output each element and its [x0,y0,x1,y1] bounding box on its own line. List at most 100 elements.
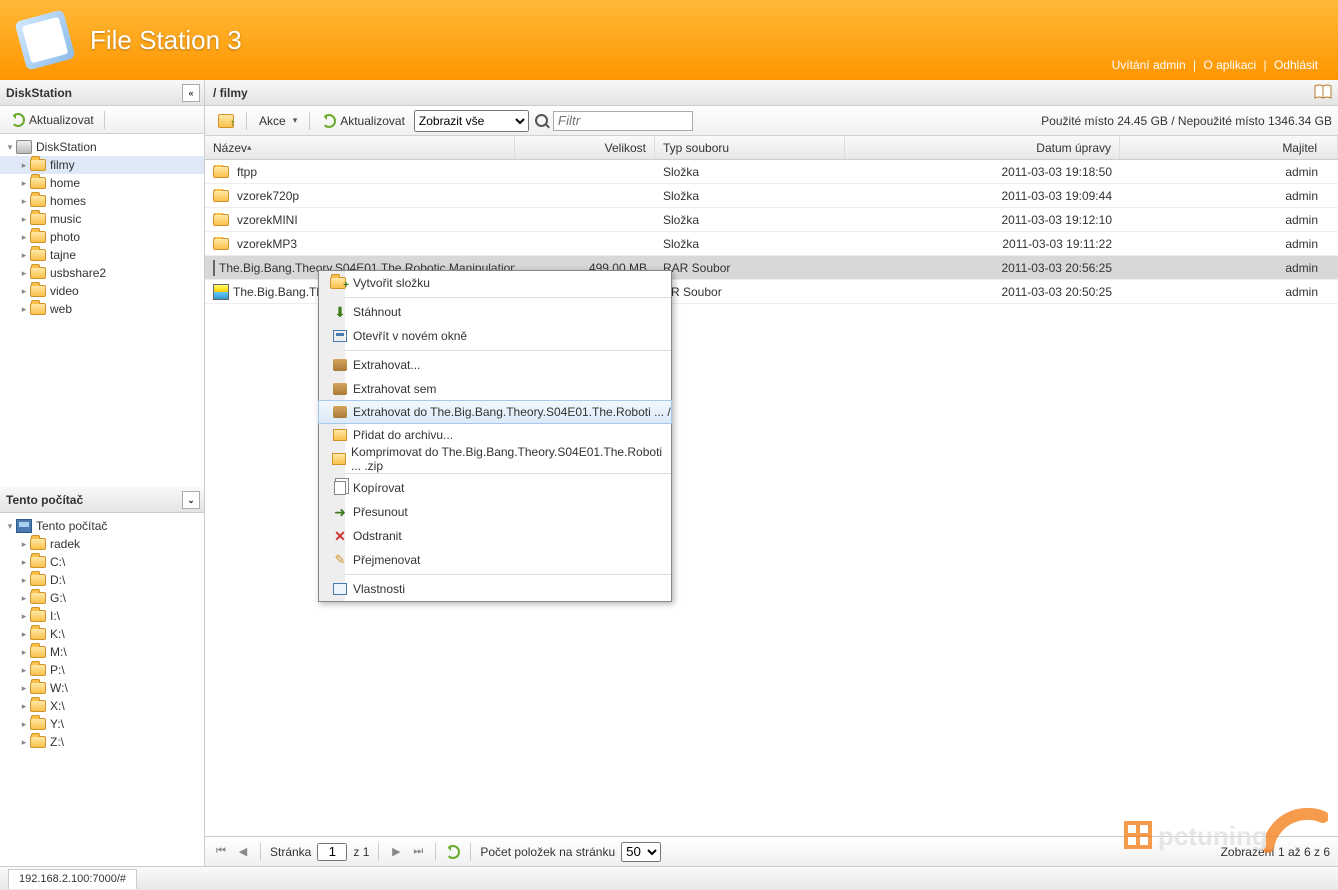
folder-icon [30,159,46,171]
tree-item-web[interactable]: web [0,300,204,318]
folder-icon [30,285,46,297]
folder-icon [30,195,46,207]
col-header-date[interactable]: Datum úpravy [845,136,1120,159]
page-label: Stránka [270,845,311,859]
tree-item[interactable]: G:\ [0,589,204,607]
tree-item[interactable]: Y:\ [0,715,204,733]
tree-item[interactable]: I:\ [0,607,204,625]
tree-item-filmy[interactable]: filmy [0,156,204,174]
sidebar-bottom-title: Tento počítač [6,493,83,507]
first-page-button[interactable]: ⏮ [213,844,229,860]
about-link[interactable]: O aplikaci [1203,58,1256,72]
col-header-type[interactable]: Typ souboru [655,136,845,159]
tree-item[interactable]: X:\ [0,697,204,715]
ctx-item[interactable]: ✎Přejmenovat [319,548,671,572]
col-header-owner[interactable]: Majitel [1120,136,1338,159]
open-window-icon [327,330,353,342]
archive-icon [327,453,351,465]
tree-item[interactable]: W:\ [0,679,204,697]
ctx-item[interactable]: +Vytvořit složku [319,271,671,295]
prev-page-button[interactable]: ◀ [235,844,251,860]
refresh-page-button[interactable] [445,844,461,860]
extract-icon [327,406,353,418]
tree-root-diskstation[interactable]: DiskStation [0,138,204,156]
paging-toolbar: ⏮ ◀ Stránka z 1 ▶ ⏭ Počet položek na str… [205,836,1338,866]
up-folder-button[interactable] [211,111,241,131]
ctx-item[interactable]: Extrahovat... [319,353,671,377]
ctx-item[interactable]: ⬇Stáhnout [319,300,671,324]
tree-item[interactable]: Z:\ [0,733,204,751]
table-row[interactable]: vzorekMP3Složka2011-03-03 19:11:22admin [205,232,1338,256]
filter-input[interactable] [553,111,693,131]
folder-icon [213,214,229,226]
tree-root-computer[interactable]: Tento počítač [0,517,204,535]
tree-item-home[interactable]: home [0,174,204,192]
app-header: File Station 3 Uvítání admin | O aplikac… [0,0,1338,80]
next-page-button[interactable]: ▶ [388,844,404,860]
refresh-icon [11,113,25,127]
actions-menu-button[interactable]: Akce [252,111,304,131]
toolbar-refresh-button[interactable]: Aktualizovat [315,111,412,131]
tree-item[interactable]: D:\ [0,571,204,589]
table-row[interactable]: vzorekMINISložka2011-03-03 19:12:10admin [205,208,1338,232]
tree-item[interactable]: P:\ [0,661,204,679]
tree-item-homes[interactable]: homes [0,192,204,210]
page-size-select[interactable]: 50 [621,842,661,862]
view-select[interactable]: Zobrazit vše [414,110,529,132]
extract-icon [327,359,353,371]
ctx-item[interactable]: Vlastnosti [319,577,671,601]
col-header-name[interactable]: Název [205,136,515,159]
book-icon[interactable] [1314,84,1332,100]
disk-icon [16,140,32,154]
tree-item-music[interactable]: music [0,210,204,228]
computer-icon [16,519,32,533]
context-menu[interactable]: +Vytvořit složku ⬇StáhnoutOtevřít v novém… [318,270,672,602]
folder-icon [30,646,46,658]
folder-icon [30,177,46,189]
status-address: 192.168.2.100:7000/# [8,869,137,889]
tree-item[interactable]: radek [0,535,204,553]
collapse-sidebar-button[interactable]: « [182,84,200,102]
ctx-item[interactable]: Otevřít v novém okně [319,324,671,348]
logout-link[interactable]: Odhlásit [1274,58,1318,72]
page-number-input[interactable] [317,843,347,861]
ctx-item[interactable]: Přidat do archivu... [319,423,671,447]
tree-item[interactable]: C:\ [0,553,204,571]
sidebar-tree-diskstation[interactable]: DiskStationfilmyhomehomesmusicphototajne… [0,134,204,487]
ctx-item[interactable]: ➜Přesunout [319,500,671,524]
sidebar: DiskStation « Aktualizovat DiskStationfi… [0,80,205,866]
folder-icon [30,267,46,279]
folder-icon [30,736,46,748]
table-row[interactable]: vzorek720pSložka2011-03-03 19:09:44admin [205,184,1338,208]
collapse-bottom-button[interactable]: ⌄ [182,491,200,509]
sidebar-tree-computer[interactable]: Tento počítačradekC:\D:\G:\I:\K:\M:\P:\W… [0,513,204,866]
folder-icon [30,718,46,730]
ctx-item[interactable]: Kopírovat [319,476,671,500]
ctx-item[interactable]: Extrahovat sem [319,377,671,401]
extract-icon [327,383,353,395]
folder-icon [30,574,46,586]
tree-item-video[interactable]: video [0,282,204,300]
col-header-size[interactable]: Velikost [515,136,655,159]
tree-item[interactable]: K:\ [0,625,204,643]
move-icon: ➜ [327,504,353,521]
refresh-icon [446,845,460,859]
ctx-item[interactable]: Extrahovat do The.Big.Bang.Theory.S04E01… [318,400,672,424]
ctx-item[interactable]: Komprimovat do The.Big.Bang.Theory.S04E0… [319,447,671,471]
table-row[interactable]: ftppSložka2011-03-03 19:18:50admin [205,160,1338,184]
welcome-link[interactable]: Uvítání admin [1112,58,1186,72]
search-icon [535,114,549,128]
status-bar: 192.168.2.100:7000/# [0,866,1338,890]
sidebar-refresh-button[interactable]: Aktualizovat [4,110,101,130]
folder-icon [30,664,46,676]
delete-icon: ✕ [327,528,353,545]
per-page-label: Počet položek na stránku [480,845,615,859]
last-page-button[interactable]: ⏭ [410,844,426,860]
path-bar: / filmy [205,80,1338,106]
ctx-item[interactable]: ✕Odstranit [319,524,671,548]
tree-item-photo[interactable]: photo [0,228,204,246]
tree-item[interactable]: M:\ [0,643,204,661]
tree-item-usbshare2[interactable]: usbshare2 [0,264,204,282]
refresh-icon [322,114,336,128]
tree-item-tajne[interactable]: tajne [0,246,204,264]
